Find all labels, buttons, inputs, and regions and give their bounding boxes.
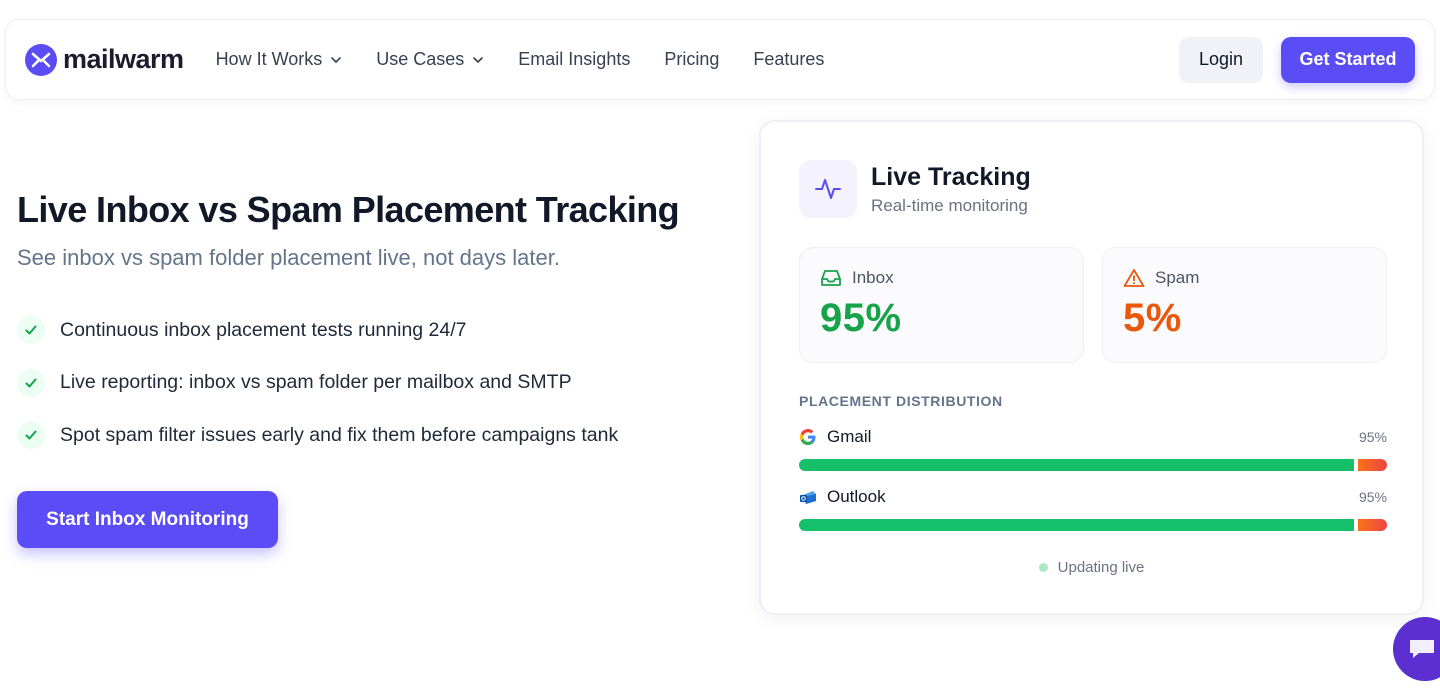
nav-item-label: How It Works bbox=[215, 49, 323, 69]
envelope-logo-icon bbox=[25, 43, 57, 76]
start-inbox-monitoring-button[interactable]: Start Inbox Monitoring bbox=[17, 491, 278, 548]
feature-text: Spot spam filter issues early and fix th… bbox=[60, 423, 619, 446]
card-header-text: Live Tracking Real-time monitoring bbox=[871, 163, 1031, 216]
feature-text: Live reporting: inbox vs spam folder per… bbox=[60, 371, 572, 393]
live-status: Updating live bbox=[761, 559, 1422, 576]
main-menu: How It Works Use Cases Email Insights Pr… bbox=[216, 49, 859, 70]
inbox-tray-icon bbox=[821, 270, 841, 286]
login-button[interactable]: Login bbox=[1179, 36, 1263, 83]
provider-percent: 95% bbox=[1358, 489, 1387, 505]
provider-name: Outlook bbox=[827, 487, 886, 506]
feature-list: Continuous inbox placement tests running… bbox=[17, 316, 618, 474]
inbox-stat: Inbox 95% bbox=[799, 247, 1084, 363]
provider-row-outlook: Outlook 95% bbox=[799, 487, 1387, 531]
hero-subtitle: See inbox vs spam folder placement live,… bbox=[17, 245, 560, 270]
inbox-value: 95% bbox=[820, 296, 902, 340]
hero-title: Live Inbox vs Spam Placement Tracking bbox=[17, 189, 680, 230]
provider-row-header: Outlook 95% bbox=[799, 487, 1387, 507]
chat-bubble-icon bbox=[1410, 640, 1434, 658]
live-dot-icon bbox=[1038, 563, 1048, 572]
spam-bar-segment bbox=[1358, 519, 1387, 531]
inbox-bar-segment bbox=[799, 519, 1354, 531]
page: mailwarm How It Works Use Cases Email In… bbox=[0, 0, 1440, 695]
nav-item-label: Email Insights bbox=[518, 49, 631, 69]
provider-name-group: Outlook bbox=[799, 487, 886, 507]
provider-percent: 95% bbox=[1358, 429, 1387, 445]
inbox-bar-segment bbox=[799, 459, 1354, 471]
chevron-down-icon bbox=[331, 56, 342, 63]
live-tracking-card: Live Tracking Real-time monitoring Inbox… bbox=[759, 120, 1424, 615]
check-icon bbox=[17, 368, 45, 397]
brand-logo[interactable]: mailwarm bbox=[25, 43, 184, 76]
spam-stat-label-row: Spam bbox=[1123, 268, 1386, 288]
spam-bar-segment bbox=[1358, 459, 1387, 471]
check-icon bbox=[17, 421, 45, 449]
provider-name: Gmail bbox=[827, 427, 872, 446]
provider-row-gmail: Gmail 95% bbox=[799, 427, 1387, 471]
nav-item-label: Pricing bbox=[664, 49, 720, 69]
provider-row-header: Gmail 95% bbox=[799, 427, 1387, 447]
live-status-text: Updating live bbox=[1057, 559, 1145, 576]
spam-stat: Spam 5% bbox=[1102, 247, 1387, 363]
nav-item-pricing[interactable]: Pricing bbox=[664, 49, 719, 70]
outlook-icon bbox=[800, 491, 816, 504]
nav-item-email-insights[interactable]: Email Insights bbox=[518, 49, 630, 70]
get-started-button[interactable]: Get Started bbox=[1281, 36, 1415, 83]
top-navbar: mailwarm How It Works Use Cases Email In… bbox=[5, 19, 1435, 100]
chat-widget-button[interactable] bbox=[1393, 617, 1440, 681]
nav-item-how-it-works[interactable]: How It Works bbox=[216, 49, 343, 70]
feature-item: Continuous inbox placement tests running… bbox=[17, 316, 618, 344]
placement-bar bbox=[799, 519, 1387, 531]
inbox-stat-label-row: Inbox bbox=[820, 268, 1083, 288]
spam-value: 5% bbox=[1123, 296, 1182, 340]
activity-pulse-icon bbox=[799, 160, 857, 218]
feature-text: Continuous inbox placement tests running… bbox=[60, 318, 467, 341]
card-subtitle: Real-time monitoring bbox=[871, 195, 1028, 215]
chevron-down-icon bbox=[473, 56, 484, 63]
brand-name: mailwarm bbox=[63, 44, 184, 74]
warning-triangle-icon bbox=[1123, 269, 1145, 287]
card-header: Live Tracking Real-time monitoring bbox=[799, 160, 1031, 218]
check-icon bbox=[17, 316, 45, 344]
feature-item: Spot spam filter issues early and fix th… bbox=[17, 421, 618, 449]
nav-actions: Login Get Started bbox=[1179, 36, 1415, 83]
feature-item: Live reporting: inbox vs spam folder per… bbox=[17, 368, 618, 397]
placement-bar bbox=[799, 459, 1387, 471]
nav-item-features[interactable]: Features bbox=[753, 49, 824, 70]
nav-item-label: Features bbox=[753, 49, 825, 69]
nav-item-use-cases[interactable]: Use Cases bbox=[376, 49, 484, 70]
distribution-title: PLACEMENT DISTRIBUTION bbox=[799, 393, 1003, 409]
provider-name-group: Gmail bbox=[799, 427, 871, 447]
spam-label: Spam bbox=[1155, 268, 1200, 287]
card-title: Live Tracking bbox=[871, 162, 1031, 191]
google-icon bbox=[800, 429, 816, 445]
nav-item-label: Use Cases bbox=[376, 49, 465, 69]
inbox-label: Inbox bbox=[852, 268, 894, 287]
